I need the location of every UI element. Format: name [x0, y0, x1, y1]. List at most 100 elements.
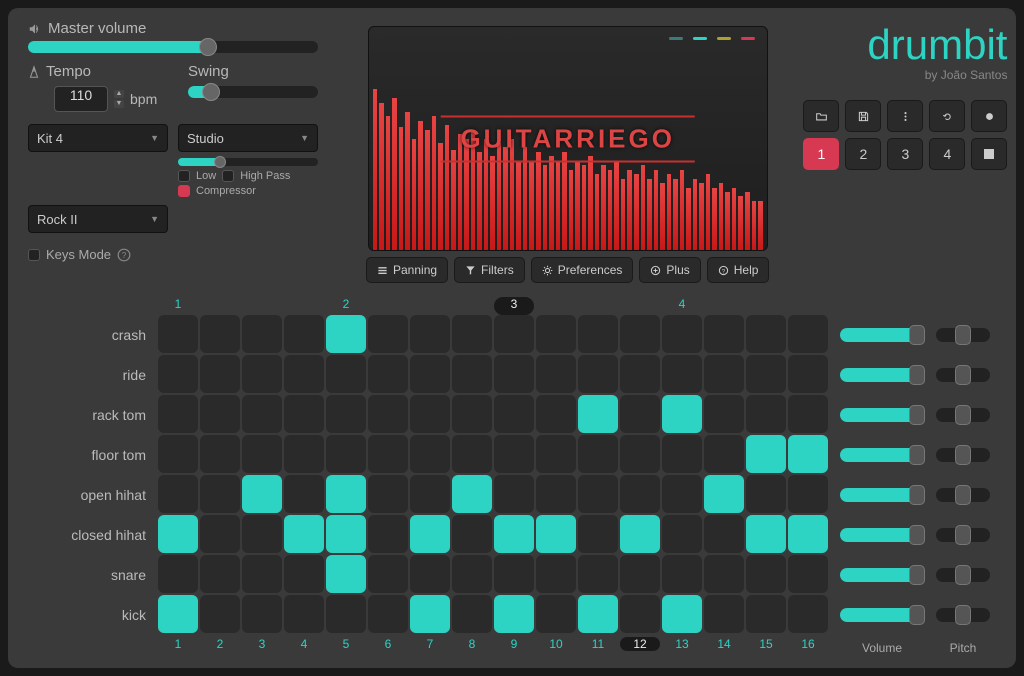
low-pass-checkbox[interactable]: [178, 170, 190, 182]
step-cell[interactable]: [284, 515, 324, 553]
step-cell[interactable]: [620, 435, 660, 473]
step-cell[interactable]: [452, 475, 492, 513]
step-cell[interactable]: [452, 355, 492, 393]
step-cell[interactable]: [578, 475, 618, 513]
step-cell[interactable]: [578, 355, 618, 393]
track-pitch-slider[interactable]: [936, 528, 990, 542]
step-cell[interactable]: [704, 435, 744, 473]
step-cell[interactable]: [200, 515, 240, 553]
track-pitch-slider[interactable]: [936, 448, 990, 462]
step-cell[interactable]: [704, 315, 744, 353]
step-cell[interactable]: [242, 315, 282, 353]
step-cell[interactable]: [494, 435, 534, 473]
plus-tab[interactable]: Plus: [639, 257, 700, 283]
step-cell[interactable]: [410, 555, 450, 593]
track-volume-slider[interactable]: [840, 448, 924, 462]
step-cell[interactable]: [242, 595, 282, 633]
step-cell[interactable]: [200, 355, 240, 393]
step-cell[interactable]: [158, 595, 198, 633]
step-cell[interactable]: [662, 595, 702, 633]
step-cell[interactable]: [662, 315, 702, 353]
track-volume-slider[interactable]: [840, 488, 924, 502]
step-cell[interactable]: [410, 435, 450, 473]
step-cell[interactable]: [368, 435, 408, 473]
stop-button[interactable]: [971, 138, 1007, 170]
record-button[interactable]: [971, 100, 1007, 132]
step-cell[interactable]: [494, 315, 534, 353]
room-slider[interactable]: [178, 158, 318, 166]
step-cell[interactable]: [368, 515, 408, 553]
step-cell[interactable]: [746, 435, 786, 473]
step-cell[interactable]: [494, 515, 534, 553]
filters-tab[interactable]: Filters: [454, 257, 525, 283]
step-cell[interactable]: [200, 475, 240, 513]
pattern-2-button[interactable]: 2: [845, 138, 881, 170]
step-cell[interactable]: [662, 555, 702, 593]
step-cell[interactable]: [746, 595, 786, 633]
track-volume-slider[interactable]: [840, 608, 924, 622]
step-cell[interactable]: [200, 595, 240, 633]
step-cell[interactable]: [326, 435, 366, 473]
step-cell[interactable]: [746, 395, 786, 433]
step-cell[interactable]: [704, 555, 744, 593]
track-pitch-slider[interactable]: [936, 488, 990, 502]
pattern-4-button[interactable]: 4: [929, 138, 965, 170]
master-volume-slider[interactable]: [28, 41, 318, 53]
step-cell[interactable]: [788, 515, 828, 553]
step-cell[interactable]: [578, 515, 618, 553]
step-cell[interactable]: [158, 515, 198, 553]
step-cell[interactable]: [788, 435, 828, 473]
track-pitch-slider[interactable]: [936, 568, 990, 582]
step-cell[interactable]: [620, 515, 660, 553]
step-cell[interactable]: [788, 595, 828, 633]
step-cell[interactable]: [536, 515, 576, 553]
step-cell[interactable]: [242, 435, 282, 473]
step-cell[interactable]: [746, 315, 786, 353]
track-volume-slider[interactable]: [840, 368, 924, 382]
step-cell[interactable]: [158, 475, 198, 513]
step-cell[interactable]: [704, 515, 744, 553]
step-cell[interactable]: [284, 355, 324, 393]
step-cell[interactable]: [242, 475, 282, 513]
step-cell[interactable]: [578, 315, 618, 353]
step-cell[interactable]: [452, 595, 492, 633]
step-cell[interactable]: [452, 555, 492, 593]
step-cell[interactable]: [494, 355, 534, 393]
step-cell[interactable]: [242, 515, 282, 553]
step-cell[interactable]: [536, 395, 576, 433]
track-pitch-slider[interactable]: [936, 368, 990, 382]
step-cell[interactable]: [662, 515, 702, 553]
step-cell[interactable]: [158, 355, 198, 393]
pattern-1-button[interactable]: 1: [803, 138, 839, 170]
step-cell[interactable]: [494, 475, 534, 513]
keys-mode-checkbox[interactable]: [28, 249, 40, 261]
step-cell[interactable]: [410, 315, 450, 353]
track-pitch-slider[interactable]: [936, 328, 990, 342]
step-cell[interactable]: [494, 395, 534, 433]
step-cell[interactable]: [284, 475, 324, 513]
pattern-3-button[interactable]: 3: [887, 138, 923, 170]
compressor-checkbox[interactable]: [178, 185, 190, 197]
step-cell[interactable]: [578, 435, 618, 473]
help-tab[interactable]: ?Help: [707, 257, 770, 283]
step-cell[interactable]: [788, 395, 828, 433]
preferences-tab[interactable]: Preferences: [531, 257, 634, 283]
step-cell[interactable]: [662, 355, 702, 393]
step-cell[interactable]: [242, 555, 282, 593]
step-cell[interactable]: [326, 555, 366, 593]
step-cell[interactable]: [704, 355, 744, 393]
help-icon[interactable]: ?: [117, 248, 131, 262]
step-cell[interactable]: [368, 595, 408, 633]
step-cell[interactable]: [326, 355, 366, 393]
menu-button[interactable]: [887, 100, 923, 132]
track-volume-slider[interactable]: [840, 328, 924, 342]
step-cell[interactable]: [662, 395, 702, 433]
step-cell[interactable]: [284, 315, 324, 353]
step-cell[interactable]: [788, 355, 828, 393]
high-pass-checkbox[interactable]: [222, 170, 234, 182]
step-cell[interactable]: [746, 555, 786, 593]
panning-tab[interactable]: Panning: [366, 257, 448, 283]
step-cell[interactable]: [704, 475, 744, 513]
step-cell[interactable]: [452, 515, 492, 553]
step-cell[interactable]: [326, 595, 366, 633]
